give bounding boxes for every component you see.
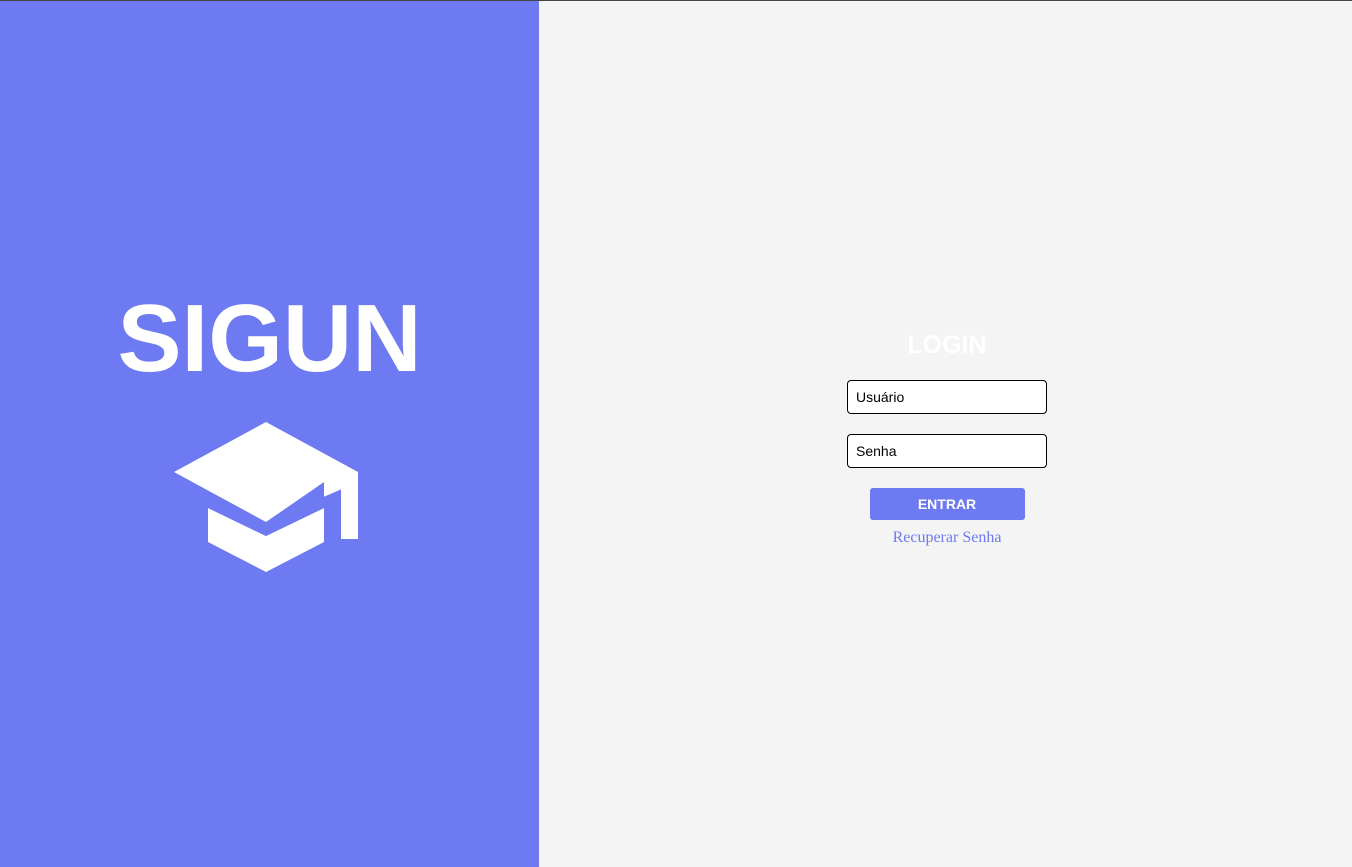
- login-form: LOGIN ENTRAR Recuperar Senha: [847, 329, 1047, 547]
- recover-password-link[interactable]: Recuperar Senha: [893, 529, 1002, 547]
- graduation-cap-icon: [174, 422, 358, 572]
- login-panel: LOGIN ENTRAR Recuperar Senha: [539, 1, 1352, 867]
- username-field[interactable]: [847, 380, 1047, 414]
- brand-title: SIGUN: [117, 285, 422, 392]
- brand-panel: SIGUN: [0, 1, 539, 867]
- login-button[interactable]: ENTRAR: [869, 488, 1025, 520]
- password-field[interactable]: [847, 434, 1047, 468]
- login-page: SIGUN LOGIN ENTRAR Recuperar Senha: [0, 0, 1352, 867]
- login-title: LOGIN: [907, 331, 987, 359]
